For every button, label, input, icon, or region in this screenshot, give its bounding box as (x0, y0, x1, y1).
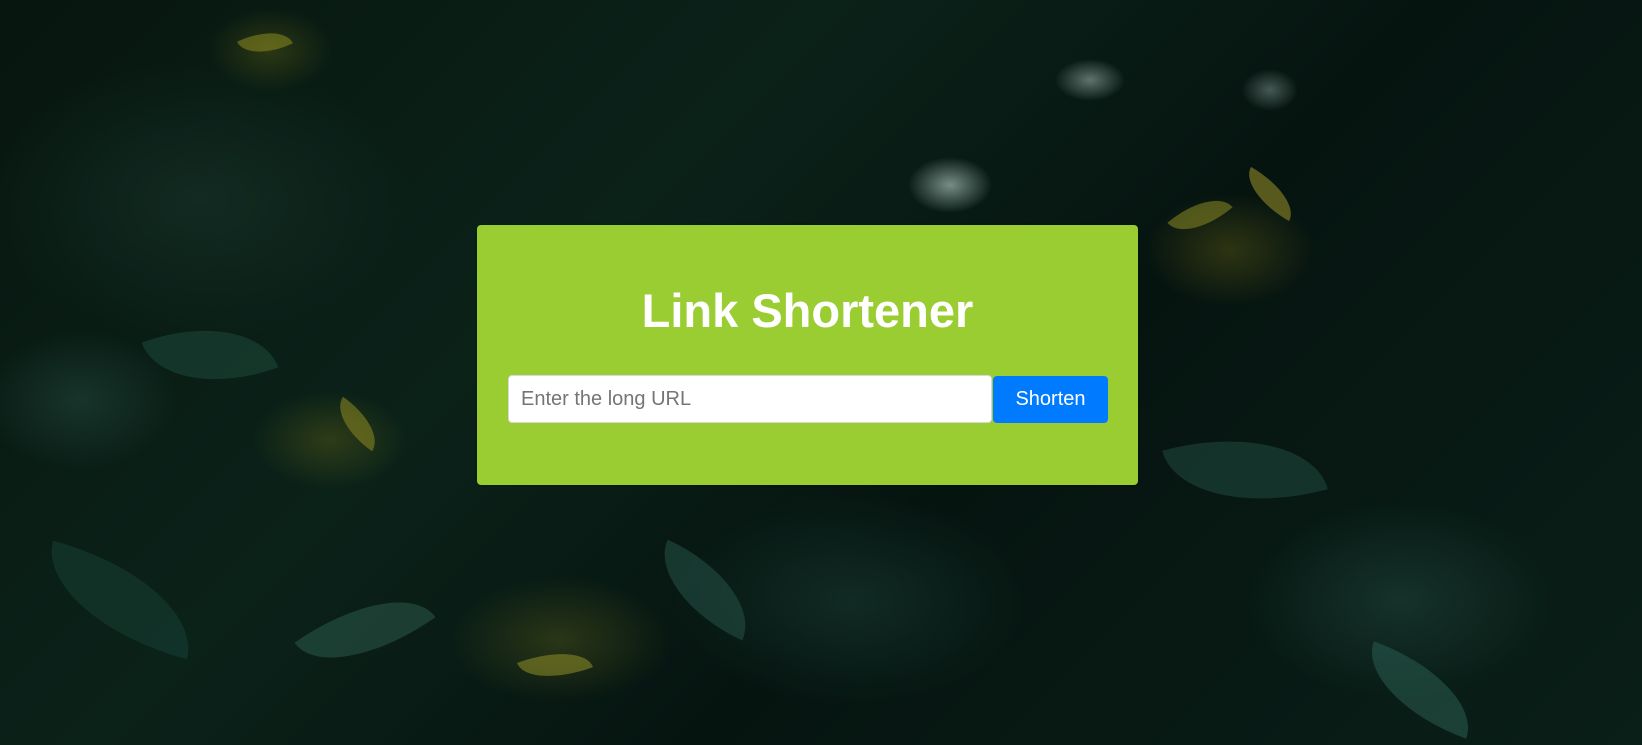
shorten-button[interactable]: Shorten (993, 376, 1108, 423)
shortener-card: Link Shortener Shorten (477, 225, 1138, 485)
background-leaf (237, 20, 293, 65)
background-leaf (294, 568, 436, 692)
page-title: Link Shortener (641, 284, 974, 337)
background-leaf (516, 638, 594, 692)
background-leaf (1162, 411, 1328, 529)
background-leaf (1237, 166, 1303, 222)
background-leaf (1167, 184, 1233, 246)
background-leaf (642, 539, 768, 641)
background-leaf (141, 301, 279, 409)
background-leaf (326, 396, 389, 452)
background-leaf (32, 540, 208, 660)
url-input[interactable] (508, 375, 992, 423)
background-leaf (1353, 641, 1487, 739)
